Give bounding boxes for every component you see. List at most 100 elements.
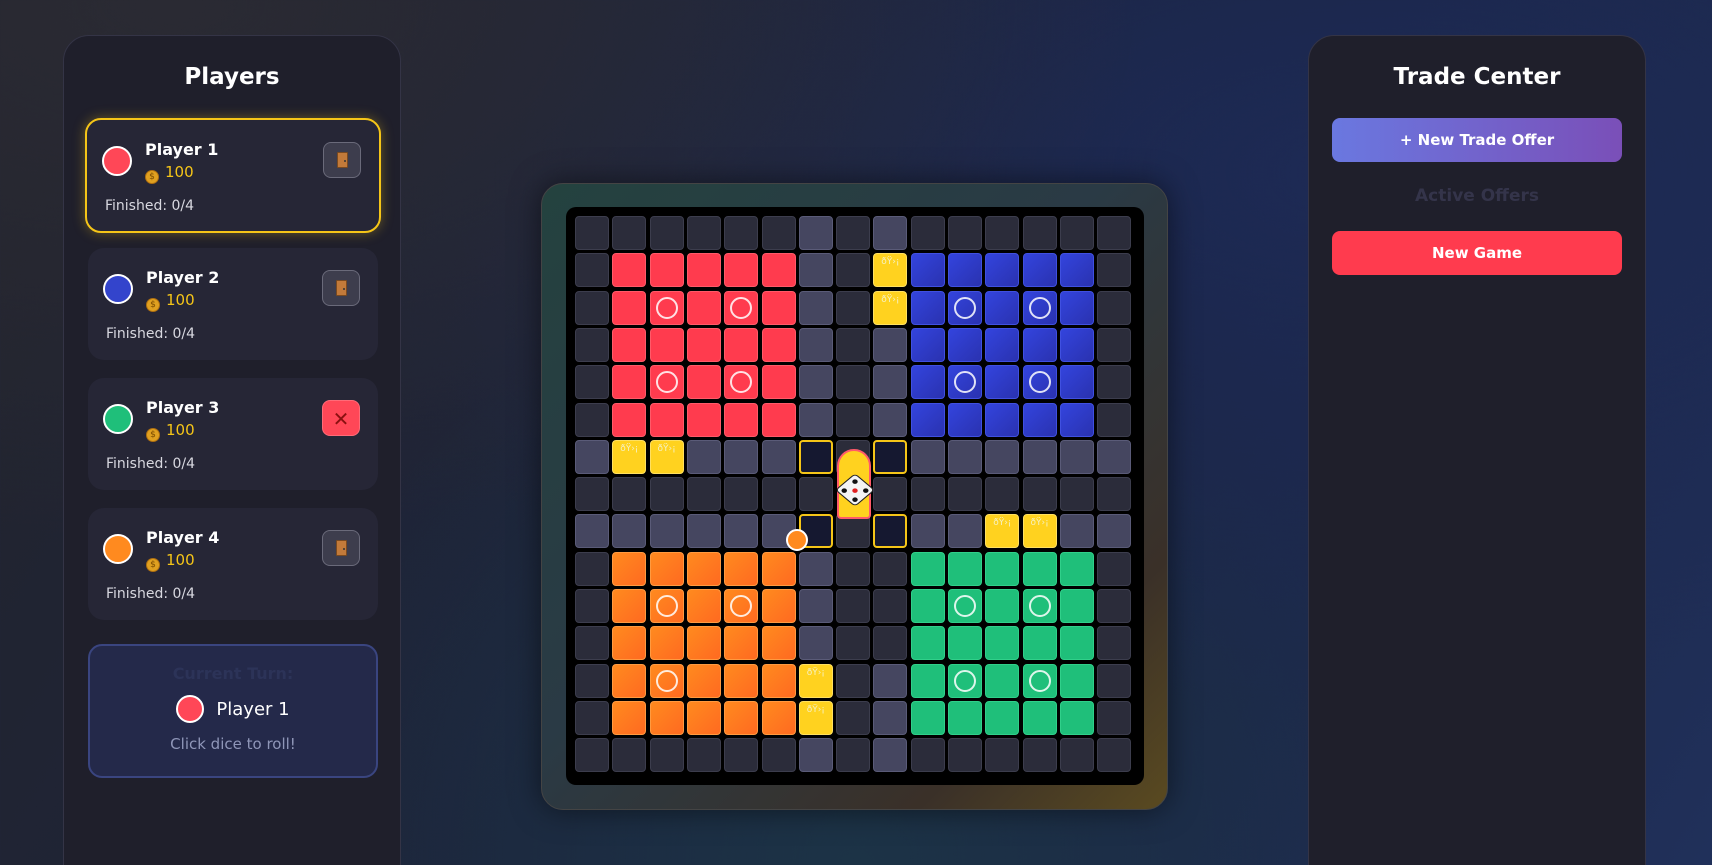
path-cell [1059,514,1094,549]
board-cell [836,365,871,400]
board-cell [575,477,609,512]
board-cell [985,216,1020,250]
orange-home-cell [686,626,721,661]
orange-token[interactable] [785,529,808,552]
token-slot[interactable] [954,595,976,617]
token-slot[interactable] [954,669,976,692]
safe-cell: ðŸ›¡ [798,700,833,735]
board-cell [873,477,908,512]
dice-button[interactable] [835,449,875,519]
green-home-cell [948,626,982,661]
trade-center-panel: Trade Center + New Trade Offer Active Of… [1308,35,1646,865]
token-slot[interactable] [655,296,678,319]
orange-home-cell [761,663,796,698]
player-card-2[interactable]: Player 2 $100 Finished: 0/4 [88,248,378,360]
board-cell [761,216,796,250]
orange-home-cell [686,589,721,623]
player-name: Player 2 [146,268,220,287]
board-cell [1059,738,1094,773]
path-cell [686,439,721,474]
path-cell [798,327,833,362]
board-cell [1097,216,1132,250]
path-cell [575,439,609,474]
board-cell [1097,290,1132,325]
player-card-4[interactable]: Player 4 $100 Finished: 0/4 [88,508,378,620]
path-cell [798,365,833,400]
board-cell [575,216,609,250]
orange-home-cell [761,626,796,661]
path-cell [798,253,833,288]
green-home-cell [1059,700,1094,735]
board-cell [948,738,982,773]
board-cell [836,589,871,623]
token-slot[interactable] [655,669,678,692]
blue-home-cell [948,327,982,362]
players-title: Players [184,64,280,90]
board-cell [836,700,871,735]
red-home-cell [761,290,796,325]
path-cell [686,514,721,549]
orange-home-cell [724,700,759,735]
blue-home-cell [1059,365,1094,400]
board-cell [873,626,908,661]
board-cell [1097,738,1132,773]
safe-cell: ðŸ›¡ [612,439,647,474]
player-coins: $100 [146,421,195,442]
board-cell [724,738,759,773]
path-cell [948,439,982,474]
safe-cell: ðŸ›¡ [798,663,833,698]
orange-home-cell [761,551,796,586]
board-cell [910,738,945,773]
blue-home-cell [910,253,945,288]
board-cell [836,253,871,288]
leave-button[interactable] [322,270,360,306]
board-cell [575,290,609,325]
blue-home-cell [985,253,1020,288]
player-finished: Finished: 0/4 [106,326,196,342]
board-cell [686,738,721,773]
player-coins: $100 [146,291,195,312]
new-trade-offer-button[interactable]: + New Trade Offer [1332,118,1622,162]
board-cell [1059,477,1094,512]
leave-button[interactable] [323,142,361,178]
board-cell [649,477,684,512]
token-slot[interactable] [1028,371,1051,394]
board-cell [836,216,871,250]
token-slot[interactable] [1028,595,1051,617]
board-cell [1097,402,1132,437]
blue-home-cell [985,327,1020,362]
token-slot[interactable] [1028,669,1051,692]
path-cell [575,514,609,549]
current-turn-player: Player 1 [90,695,376,723]
path-cell [873,327,908,362]
token-slot[interactable] [1028,296,1051,319]
orange-home-cell [612,551,647,586]
orange-home-cell [761,589,796,623]
player-card-1[interactable]: Player 1 $100 Finished: 0/4 [85,118,381,233]
active-offers-heading: Active Offers [1415,186,1539,206]
green-home-cell [985,663,1020,698]
red-home-cell [761,365,796,400]
path-cell [798,290,833,325]
remove-player-button[interactable]: ✕ [322,400,360,436]
player-card-3[interactable]: Player 3 $100 Finished: 0/4 ✕ [88,378,378,490]
green-home-cell [910,700,945,735]
center-cell [873,514,908,549]
path-cell [873,216,908,250]
roll-hint: Click dice to roll! [170,735,296,753]
token-slot[interactable] [730,296,753,319]
board-cell [836,514,871,549]
new-game-button[interactable]: New Game [1332,231,1622,275]
blue-home-cell [1059,253,1094,288]
board-cell [985,738,1020,773]
leave-button[interactable] [322,530,360,566]
token-slot[interactable] [954,296,976,319]
player-color-dot [102,146,132,176]
orange-home-cell [612,663,647,698]
path-cell [1059,439,1094,474]
token-slot[interactable] [655,595,678,617]
board-cell [649,216,684,250]
path-cell [798,589,833,623]
board-cell [1059,216,1094,250]
token-slot[interactable] [655,371,678,394]
